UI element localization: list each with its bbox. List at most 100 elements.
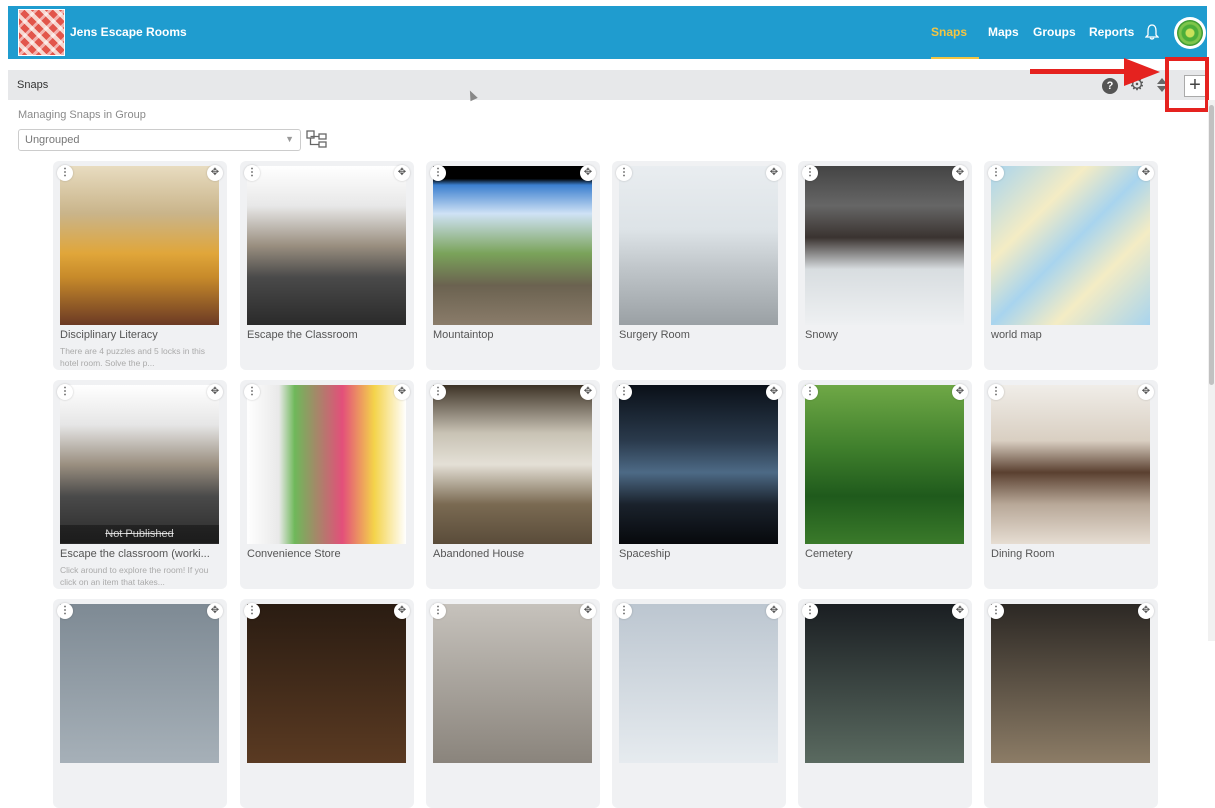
snap-title[interactable]: Convenience Store	[247, 548, 407, 560]
app-title[interactable]: Jens Escape Rooms	[70, 25, 187, 39]
snap-card[interactable]: ⋮ ✥ Dining Room	[984, 380, 1158, 589]
app-logo[interactable]	[18, 9, 65, 56]
kebab-menu-icon[interactable]: ⋮	[57, 603, 73, 619]
group-tree-icon[interactable]	[306, 129, 328, 151]
annotation-arrow-icon	[1124, 58, 1160, 86]
snap-description	[433, 783, 583, 807]
move-icon[interactable]: ✥	[394, 603, 410, 619]
bell-icon[interactable]	[1145, 24, 1159, 40]
snap-title[interactable]: Spaceship	[619, 548, 779, 560]
move-icon[interactable]: ✥	[766, 603, 782, 619]
snap-thumbnail[interactable]	[991, 604, 1150, 763]
snap-thumbnail[interactable]	[991, 385, 1150, 544]
kebab-menu-icon[interactable]: ⋮	[57, 384, 73, 400]
snap-card[interactable]: ⋮ ✥ Surgery Room	[612, 161, 786, 370]
snap-title[interactable]: Cemetery	[805, 548, 965, 560]
snap-card[interactable]: ⋮ ✥	[240, 599, 414, 808]
group-select[interactable]: Ungrouped ▼	[18, 129, 301, 151]
snap-card[interactable]: ⋮ ✥ Cemetery	[798, 380, 972, 589]
snap-title[interactable]: world map	[991, 329, 1151, 341]
snap-card[interactable]: ⋮ ✥	[612, 599, 786, 808]
kebab-menu-icon[interactable]: ⋮	[244, 603, 260, 619]
snap-card[interactable]: ⋮ ✥ Mountaintop	[426, 161, 600, 370]
kebab-menu-icon[interactable]: ⋮	[988, 165, 1004, 181]
top-nav-bar: Jens Escape Rooms Snaps Maps Groups Repo…	[8, 6, 1207, 59]
snap-thumbnail[interactable]	[433, 385, 592, 544]
snap-thumbnail[interactable]	[433, 166, 592, 325]
kebab-menu-icon[interactable]: ⋮	[988, 603, 1004, 619]
kebab-menu-icon[interactable]: ⋮	[616, 165, 632, 181]
snap-card[interactable]: ⋮ ✥ Escape the Classroom	[240, 161, 414, 370]
kebab-menu-icon[interactable]: ⋮	[430, 603, 446, 619]
snap-card[interactable]: ⋮ ✥ Abandoned House	[426, 380, 600, 589]
snap-title[interactable]: Abandoned House	[433, 548, 593, 560]
kebab-menu-icon[interactable]: ⋮	[244, 165, 260, 181]
snap-thumbnail[interactable]	[433, 604, 592, 763]
kebab-menu-icon[interactable]: ⋮	[244, 384, 260, 400]
move-icon[interactable]: ✥	[580, 384, 596, 400]
snap-card[interactable]: ⋮ ✥	[53, 599, 227, 808]
snap-thumbnail[interactable]	[805, 385, 964, 544]
snap-title[interactable]: Mountaintop	[433, 329, 593, 341]
kebab-menu-icon[interactable]: ⋮	[57, 165, 73, 181]
kebab-menu-icon[interactable]: ⋮	[802, 603, 818, 619]
snap-title[interactable]: Escape the Classroom	[247, 329, 407, 341]
kebab-menu-icon[interactable]: ⋮	[430, 165, 446, 181]
kebab-menu-icon[interactable]: ⋮	[430, 384, 446, 400]
snap-card[interactable]: ⋮ ✥ Not Published Escape the classroom (wor…	[53, 380, 227, 589]
snap-thumbnail[interactable]	[247, 604, 406, 763]
move-icon[interactable]: ✥	[207, 603, 223, 619]
snap-card[interactable]: ⋮ ✥	[426, 599, 600, 808]
move-icon[interactable]: ✥	[580, 165, 596, 181]
snap-card[interactable]: ⋮ ✥ Convenience Store	[240, 380, 414, 589]
snap-thumbnail[interactable]	[247, 385, 406, 544]
nav-snaps[interactable]: Snaps	[931, 25, 967, 39]
scrollbar-thumb[interactable]	[1209, 105, 1214, 385]
snap-title[interactable]: Escape the classroom (worki...	[60, 548, 220, 560]
snap-thumbnail[interactable]	[619, 604, 778, 763]
move-icon[interactable]: ✥	[766, 384, 782, 400]
move-icon[interactable]: ✥	[394, 384, 410, 400]
snap-thumbnail[interactable]	[619, 385, 778, 544]
move-icon[interactable]: ✥	[952, 384, 968, 400]
move-icon[interactable]: ✥	[580, 603, 596, 619]
nav-reports[interactable]: Reports	[1089, 25, 1134, 39]
kebab-menu-icon[interactable]: ⋮	[616, 384, 632, 400]
move-icon[interactable]: ✥	[952, 165, 968, 181]
snap-thumbnail[interactable]	[805, 604, 964, 763]
move-icon[interactable]: ✥	[1138, 165, 1154, 181]
kebab-menu-icon[interactable]: ⋮	[802, 384, 818, 400]
snap-thumbnail[interactable]	[805, 166, 964, 325]
snap-card[interactable]: ⋮ ✥ world map	[984, 161, 1158, 370]
move-icon[interactable]: ✥	[394, 165, 410, 181]
snap-thumbnail[interactable]	[60, 385, 219, 544]
nav-groups[interactable]: Groups	[1033, 25, 1076, 39]
snap-thumbnail[interactable]	[991, 166, 1150, 325]
help-icon[interactable]: ?	[1102, 78, 1118, 94]
snap-thumbnail[interactable]	[60, 604, 219, 763]
snap-thumbnail[interactable]	[247, 166, 406, 325]
kebab-menu-icon[interactable]: ⋮	[988, 384, 1004, 400]
kebab-menu-icon[interactable]: ⋮	[616, 603, 632, 619]
kebab-menu-icon[interactable]: ⋮	[802, 165, 818, 181]
snap-thumbnail[interactable]	[619, 166, 778, 325]
snap-card[interactable]: ⋮ ✥ Spaceship	[612, 380, 786, 589]
snap-thumbnail[interactable]	[60, 166, 219, 325]
snap-title[interactable]: Snowy	[805, 329, 965, 341]
snap-title[interactable]: Disciplinary Literacy	[60, 329, 220, 341]
snap-title[interactable]: Dining Room	[991, 548, 1151, 560]
move-icon[interactable]: ✥	[207, 165, 223, 181]
nav-maps[interactable]: Maps	[988, 25, 1019, 39]
snap-description	[433, 564, 583, 588]
move-icon[interactable]: ✥	[1138, 384, 1154, 400]
move-icon[interactable]: ✥	[766, 165, 782, 181]
avatar[interactable]	[1174, 17, 1206, 49]
snap-card[interactable]: ⋮ ✥	[984, 599, 1158, 808]
move-icon[interactable]: ✥	[207, 384, 223, 400]
move-icon[interactable]: ✥	[952, 603, 968, 619]
move-icon[interactable]: ✥	[1138, 603, 1154, 619]
snap-card[interactable]: ⋮ ✥	[798, 599, 972, 808]
snap-card[interactable]: ⋮ ✥ Snowy	[798, 161, 972, 370]
snap-card[interactable]: ⋮ ✥ Disciplinary Literacy There are 4 puzzl…	[53, 161, 227, 370]
snap-title[interactable]: Surgery Room	[619, 329, 779, 341]
